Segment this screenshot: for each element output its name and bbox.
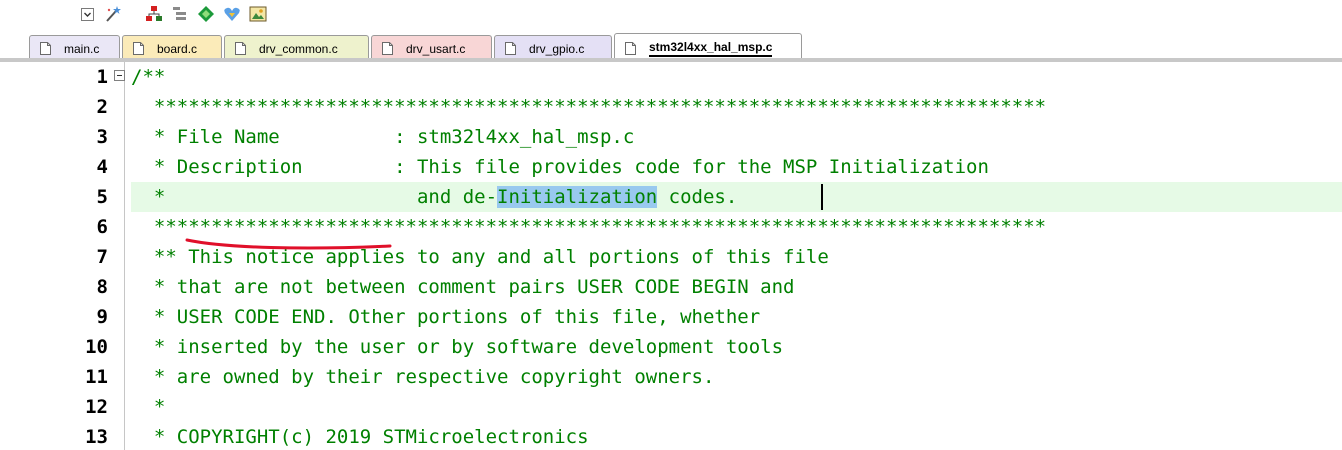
line-number: 9 bbox=[96, 306, 108, 328]
code-editor[interactable]: 1 /** 2 ********************************… bbox=[0, 62, 1342, 450]
magic-wand-icon[interactable] bbox=[103, 4, 123, 24]
code-text: * that are not between comment pairs USE… bbox=[131, 276, 795, 298]
line-number: 1 bbox=[96, 66, 108, 88]
tab-label: board.c bbox=[157, 41, 198, 56]
toolbar bbox=[0, 0, 1342, 30]
code-line: 11 * are owned by their respective copyr… bbox=[0, 362, 1342, 392]
heart-icon[interactable] bbox=[222, 4, 242, 24]
diamond-icon[interactable] bbox=[196, 4, 216, 24]
line-number: 10 bbox=[85, 336, 108, 358]
code-line: 8 * that are not between comment pairs U… bbox=[0, 272, 1342, 302]
file-icon bbox=[625, 41, 636, 55]
code-line: 13 * COPYRIGHT(c) 2019 STMicroelectronic… bbox=[0, 422, 1342, 450]
line-number: 12 bbox=[85, 396, 108, 418]
tab-label: stm32l4xx_hal_msp.c bbox=[649, 40, 773, 57]
code-line: 1 /** bbox=[0, 62, 1342, 92]
code-line: 4 * Description : This file provides cod… bbox=[0, 152, 1342, 182]
line-number: 6 bbox=[96, 216, 108, 238]
code-text: ****************************************… bbox=[131, 96, 1047, 118]
line-number: 3 bbox=[96, 126, 108, 148]
file-icon bbox=[382, 42, 393, 55]
code-text: * inserted by the user or by software de… bbox=[131, 336, 784, 358]
line-number: 2 bbox=[96, 96, 108, 118]
text-caret bbox=[821, 184, 823, 210]
line-number: 5 bbox=[96, 186, 108, 208]
code-line: 10 * inserted by the user or by software… bbox=[0, 332, 1342, 362]
code-text-after: codes. bbox=[657, 186, 738, 208]
code-text: * Description : This file provides code … bbox=[131, 156, 989, 178]
code-text: * bbox=[131, 396, 166, 418]
code-text: * are owned by their respective copyrigh… bbox=[131, 366, 715, 388]
list-icon[interactable] bbox=[170, 4, 190, 24]
code-text: * COPYRIGHT(c) 2019 STMicroelectronics bbox=[131, 426, 589, 448]
line-number: 13 bbox=[85, 426, 108, 448]
file-icon bbox=[40, 42, 51, 55]
code-line: 2 **************************************… bbox=[0, 92, 1342, 122]
code-text: * USER CODE END. Other portions of this … bbox=[131, 306, 761, 328]
code-line: 12 * bbox=[0, 392, 1342, 422]
line-number: 8 bbox=[96, 276, 108, 298]
code-text: * File Name : stm32l4xx_hal_msp.c bbox=[131, 126, 635, 148]
code-text-before: * and de- bbox=[131, 186, 498, 208]
line-number: 7 bbox=[96, 246, 108, 268]
tab-label: main.c bbox=[64, 41, 100, 56]
tab-label: drv_usart.c bbox=[406, 41, 466, 56]
code-line: 9 * USER CODE END. Other portions of thi… bbox=[0, 302, 1342, 332]
fold-collapse-icon[interactable] bbox=[114, 70, 125, 81]
code-text: /** bbox=[131, 66, 166, 88]
line-number: 4 bbox=[96, 156, 108, 178]
code-line: 3 * File Name : stm32l4xx_hal_msp.c bbox=[0, 122, 1342, 152]
red-underline-annotation bbox=[185, 238, 392, 250]
file-icon bbox=[505, 42, 516, 55]
image-icon[interactable] bbox=[248, 4, 268, 24]
file-icon bbox=[235, 42, 246, 55]
tab-label: drv_common.c bbox=[259, 41, 338, 56]
file-icon bbox=[133, 42, 144, 55]
selected-text: Initialization bbox=[497, 186, 658, 208]
checkbox-dropdown-icon[interactable] bbox=[78, 4, 98, 24]
code-line: 5 * and de-Initialization codes. bbox=[0, 182, 1342, 212]
line-number: 11 bbox=[85, 366, 108, 388]
code-text: * and de-Initialization codes. bbox=[131, 182, 737, 212]
hierarchy-icon[interactable] bbox=[144, 4, 164, 24]
tab-label: drv_gpio.c bbox=[529, 41, 585, 56]
